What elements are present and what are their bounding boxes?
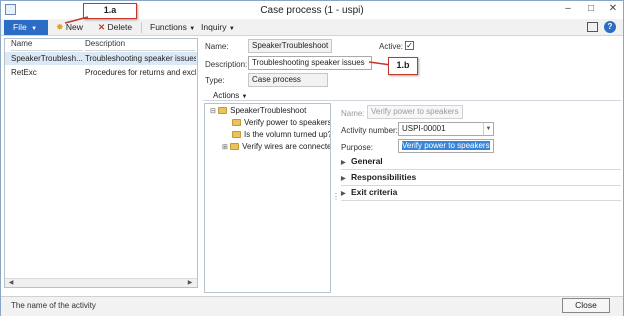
expand-arrow-icon: ▶ xyxy=(341,191,346,197)
tree-item-label: Is the volumn turned up? xyxy=(244,130,330,139)
section-exit-criteria[interactable]: ▶ Exit criteria xyxy=(341,187,621,201)
type-field[interactable]: Case process xyxy=(248,73,328,87)
horizontal-scrollbar[interactable]: ◀ ▶ xyxy=(5,278,197,287)
actions-label: Actions xyxy=(213,91,240,100)
folder-icon xyxy=(232,131,241,139)
tree-item[interactable]: Is the volumn turned up? xyxy=(232,130,330,139)
section-responsibilities[interactable]: ▶ Responsibilities xyxy=(341,172,621,186)
callout-1a-pointer xyxy=(64,16,89,24)
section-general-label: General xyxy=(351,156,383,166)
toolbar-separator xyxy=(141,22,142,33)
status-text: The name of the activity xyxy=(11,301,96,310)
column-header-name[interactable]: Name xyxy=(11,39,83,51)
active-label: Active: xyxy=(379,42,404,51)
row-description-cell[interactable]: Procedures for returns and excha xyxy=(85,68,196,77)
activity-name-field[interactable]: Verify power to speakers xyxy=(367,105,463,119)
chevron-down-icon: ▼ xyxy=(189,26,196,32)
inquiry-menu-button[interactable]: Inquiry ▼ xyxy=(201,22,235,32)
case-process-window: Case process (1 - uspi) – □ ✕ File ▼ ✸ N… xyxy=(0,0,624,316)
action-pane xyxy=(1,19,623,36)
folder-icon xyxy=(230,143,240,151)
close-button[interactable]: Close xyxy=(562,298,610,313)
help-icon[interactable]: ? xyxy=(604,21,616,33)
row-description-cell[interactable]: Troubleshooting speaker issues xyxy=(85,54,196,63)
type-label: Type: xyxy=(205,76,225,85)
tree-item[interactable]: ⊞ Verify wires are connecte xyxy=(222,142,330,151)
section-responsibilities-label: Responsibilities xyxy=(351,172,417,182)
scroll-right-icon[interactable]: ▶ xyxy=(185,278,195,288)
name-field[interactable]: SpeakerTroubleshoot xyxy=(248,39,332,53)
delete-icon: ✕ xyxy=(98,22,106,32)
folder-icon xyxy=(232,119,241,127)
expand-arrow-icon: ▶ xyxy=(341,160,346,166)
file-menu-button[interactable]: File ▼ xyxy=(4,20,48,35)
chevron-down-icon[interactable]: ▼ xyxy=(483,123,493,135)
actions-divider xyxy=(203,100,621,101)
inquiry-label: Inquiry xyxy=(201,22,227,32)
delete-button[interactable]: ✕ Delete xyxy=(98,22,132,33)
callout-1b: 1.b xyxy=(388,57,418,75)
file-menu-label: File xyxy=(13,22,27,32)
activity-number-value: USPI-00001 xyxy=(402,124,446,133)
chevron-down-icon: ▼ xyxy=(31,26,38,32)
activity-number-label: Activity number: xyxy=(341,126,398,135)
scroll-left-icon[interactable]: ◀ xyxy=(6,278,16,288)
purpose-value: Verify power to speakers xyxy=(402,141,490,150)
tree-item-label: Verify wires are connecte xyxy=(242,142,330,151)
expand-arrow-icon: ▶ xyxy=(341,176,346,182)
description-label: Description: xyxy=(205,60,248,69)
folder-icon xyxy=(218,107,228,115)
tree-item[interactable]: Verify power to speakers xyxy=(232,118,330,127)
minimize-icon[interactable]: – xyxy=(561,3,575,15)
tree-root-label: SpeakerTroubleshoot xyxy=(230,106,307,115)
purpose-label: Purpose: xyxy=(341,143,374,152)
name-label: Name: xyxy=(205,42,229,51)
row-name-cell[interactable]: SpeakerTroublesh... xyxy=(11,54,83,63)
functions-menu-button[interactable]: Functions ▼ xyxy=(150,22,195,32)
column-header-description[interactable]: Description xyxy=(85,39,195,51)
expand-icon[interactable]: ⊞ xyxy=(222,144,228,151)
functions-label: Functions xyxy=(150,22,187,32)
callout-1a: 1.a xyxy=(83,3,137,19)
delete-label: Delete xyxy=(107,22,133,32)
chevron-down-icon: ▼ xyxy=(228,26,235,32)
close-icon[interactable]: ✕ xyxy=(606,3,620,15)
activity-name-label: Name: xyxy=(341,109,365,118)
purpose-field[interactable]: Verify power to speakers xyxy=(398,139,494,153)
actions-menu-button[interactable]: Actions ▼ xyxy=(213,91,247,100)
description-field[interactable]: Troubleshooting speaker issues xyxy=(248,56,372,70)
section-general[interactable]: ▶ General xyxy=(341,156,621,170)
collapse-icon[interactable]: ⊟ xyxy=(210,108,216,115)
activity-number-field[interactable]: USPI-00001 xyxy=(398,122,494,136)
splitter-handle-icon[interactable]: ⋮ xyxy=(332,191,340,203)
row-name-cell[interactable]: RetExc xyxy=(11,68,83,77)
active-checkbox[interactable]: ✓ xyxy=(405,41,414,50)
maximize-icon[interactable]: □ xyxy=(584,3,598,15)
section-exit-criteria-label: Exit criteria xyxy=(351,187,398,197)
tree-item-label: Verify power to speakers xyxy=(244,118,330,127)
layout-icon[interactable] xyxy=(587,22,598,32)
tree-root[interactable]: ⊟ SpeakerTroubleshoot xyxy=(210,106,306,115)
